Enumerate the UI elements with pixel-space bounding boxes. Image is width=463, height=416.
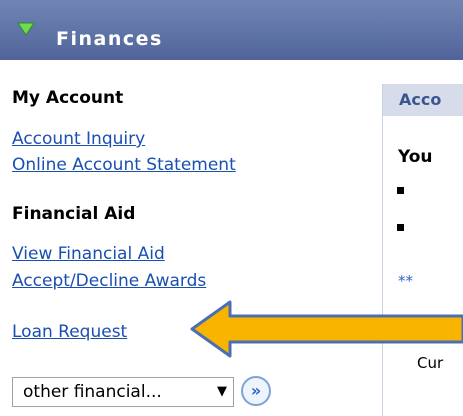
collapse-triangle-icon[interactable] <box>17 22 35 36</box>
notice-text: ** <box>398 272 413 290</box>
loan-request-link[interactable]: Loan Request <box>12 322 127 342</box>
account-summary-panel: Acco You ** Cur <box>382 84 463 416</box>
finances-header[interactable]: Finances <box>0 0 463 60</box>
bullet-1 <box>397 187 404 194</box>
header-title: Finances <box>56 28 163 50</box>
go-button[interactable]: » <box>241 376 271 406</box>
other-financial-dropdown[interactable]: other financial... ▼ <box>12 377 234 407</box>
accept-decline-awards-link[interactable]: Accept/Decline Awards <box>12 271 206 291</box>
dropdown-arrow-icon[interactable]: ▼ <box>217 384 227 399</box>
account-summary-header: Acco <box>383 84 463 116</box>
my-account-title: My Account <box>12 88 124 108</box>
left-panel <box>0 60 380 416</box>
dropdown-value: other financial... <box>23 382 162 402</box>
online-account-statement-link[interactable]: Online Account Statement <box>12 155 236 175</box>
bullet-2 <box>397 224 404 231</box>
double-chevron-right-icon: » <box>250 381 262 400</box>
view-financial-aid-link[interactable]: View Financial Aid <box>12 244 165 264</box>
financial-aid-title: Financial Aid <box>12 204 136 224</box>
pointer-arrow-icon <box>190 300 463 358</box>
account-inquiry-link[interactable]: Account Inquiry <box>12 129 145 149</box>
summary-heading: You <box>398 147 433 167</box>
